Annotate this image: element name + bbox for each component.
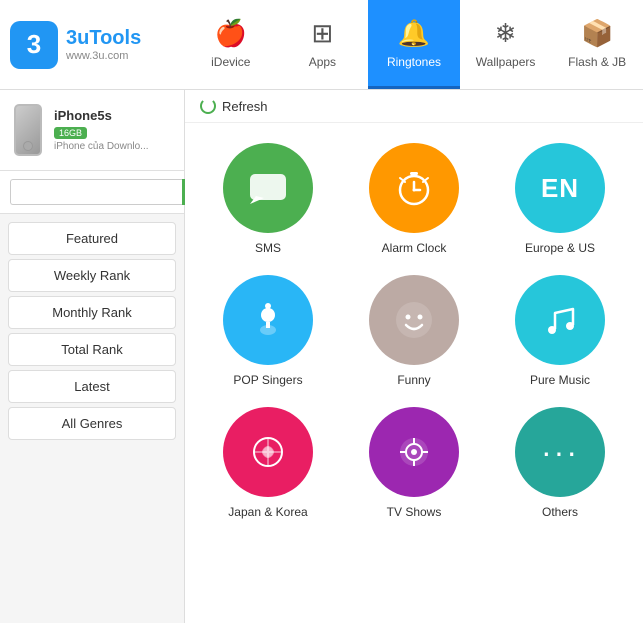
logo-section: 3 3uTools www.3u.com	[0, 21, 185, 69]
ringtone-pop[interactable]: POP Singers	[200, 275, 336, 387]
ringtone-pop-label: POP Singers	[233, 373, 302, 387]
wallpapers-icon: ❄	[495, 18, 517, 49]
device-details: iPhone5s 16GB iPhone của Downlo...	[54, 108, 174, 152]
ringtone-pop-icon	[223, 275, 313, 365]
ringtone-funny[interactable]: Funny	[346, 275, 482, 387]
sidebar-item-total[interactable]: Total Rank	[8, 333, 176, 366]
apps-icon: ⊞	[311, 18, 333, 49]
search-input[interactable]	[10, 179, 182, 205]
ringtones-grid: SMS Alarm Clock EN Europe & US POP Singe…	[185, 123, 643, 539]
tab-apps[interactable]: ⊞ Apps	[277, 0, 369, 89]
sidebar-item-weekly[interactable]: Weekly Rank	[8, 259, 176, 292]
nav-tabs: 🍎 iDevice ⊞ Apps 🔔 Ringtones ❄ Wallpaper…	[185, 0, 643, 89]
ringtone-japan-icon	[223, 407, 313, 497]
ringtone-europe-label: Europe & US	[525, 241, 595, 255]
sidebar-item-allgenres[interactable]: All Genres	[8, 407, 176, 440]
ringtone-others-label: Others	[542, 505, 578, 519]
tab-apps-label: Apps	[309, 55, 336, 69]
tab-wallpapers-label: Wallpapers	[476, 55, 536, 69]
ringtone-tv-icon	[369, 407, 459, 497]
ringtone-music[interactable]: Pure Music	[492, 275, 628, 387]
tab-ringtones-label: Ringtones	[387, 55, 441, 69]
ringtone-funny-label: Funny	[397, 373, 430, 387]
tab-wallpapers[interactable]: ❄ Wallpapers	[460, 0, 552, 89]
logo-icon: 3	[10, 21, 58, 69]
device-name: iPhone5s	[54, 108, 174, 123]
device-storage-badge: 16GB	[54, 127, 87, 139]
refresh-label[interactable]: Refresh	[222, 99, 268, 114]
device-icon	[10, 102, 46, 158]
ringtone-alarm-icon	[369, 143, 459, 233]
device-image	[14, 104, 42, 156]
tab-flash-label: Flash & JB	[568, 55, 626, 69]
ringtones-icon: 🔔	[398, 18, 430, 49]
device-info: iPhone5s 16GB iPhone của Downlo...	[0, 90, 184, 171]
ringtone-others-icon: ···	[515, 407, 605, 497]
ringtone-funny-icon	[369, 275, 459, 365]
ringtone-tv[interactable]: TV Shows	[346, 407, 482, 519]
idevice-icon: 🍎	[215, 18, 247, 49]
sidebar-item-latest[interactable]: Latest	[8, 370, 176, 403]
app-url: www.3u.com	[66, 50, 141, 62]
ringtone-japan-label: Japan & Korea	[228, 505, 307, 519]
ringtone-alarm[interactable]: Alarm Clock	[346, 143, 482, 255]
search-section: Search	[0, 171, 184, 214]
ringtone-europe[interactable]: EN Europe & US	[492, 143, 628, 255]
sidebar-item-monthly[interactable]: Monthly Rank	[8, 296, 176, 329]
sidebar: iPhone5s 16GB iPhone của Downlo... Searc…	[0, 90, 185, 623]
sidebar-item-featured[interactable]: Featured	[8, 222, 176, 255]
sidebar-menu: Featured Weekly Rank Monthly Rank Total …	[0, 214, 184, 448]
ringtone-sms-label: SMS	[255, 241, 281, 255]
ringtone-tv-label: TV Shows	[387, 505, 442, 519]
ringtone-europe-icon: EN	[515, 143, 605, 233]
tab-idevice-label: iDevice	[211, 55, 250, 69]
ringtone-music-icon	[515, 275, 605, 365]
header: 3 3uTools www.3u.com 🍎 iDevice ⊞ Apps 🔔 …	[0, 0, 643, 90]
tab-flash[interactable]: 📦 Flash & JB	[551, 0, 643, 89]
logo-text: 3uTools www.3u.com	[66, 27, 141, 62]
refresh-bar: Refresh	[185, 90, 643, 123]
flash-icon: 📦	[581, 18, 613, 49]
ringtone-sms-icon	[223, 143, 313, 233]
app-name: 3uTools	[66, 27, 141, 50]
ringtone-alarm-label: Alarm Clock	[382, 241, 447, 255]
refresh-icon	[200, 98, 216, 114]
content-area: Refresh SMS Alarm Clock EN Europe & US	[185, 90, 643, 623]
ringtone-japan[interactable]: Japan & Korea	[200, 407, 336, 519]
device-description: iPhone của Downlo...	[54, 141, 164, 152]
tab-ringtones[interactable]: 🔔 Ringtones	[368, 0, 460, 89]
tab-idevice[interactable]: 🍎 iDevice	[185, 0, 277, 89]
main: iPhone5s 16GB iPhone của Downlo... Searc…	[0, 90, 643, 623]
ringtone-music-label: Pure Music	[530, 373, 590, 387]
ringtone-sms[interactable]: SMS	[200, 143, 336, 255]
ringtone-others[interactable]: ··· Others	[492, 407, 628, 519]
